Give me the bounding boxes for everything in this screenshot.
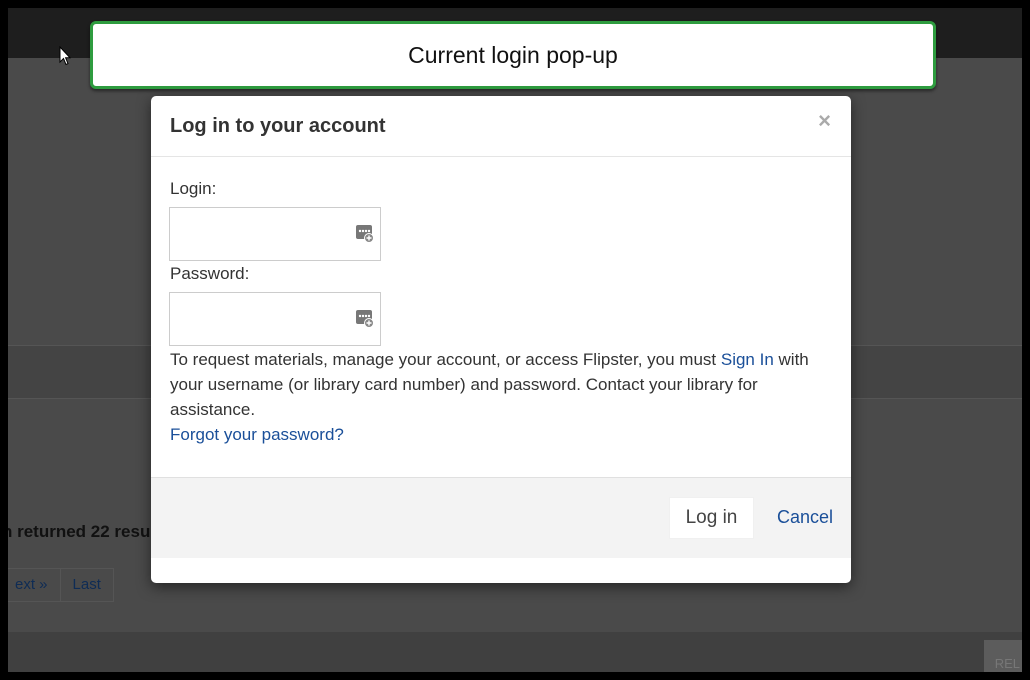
password-input[interactable]	[170, 293, 356, 343]
help-text: To request materials, manage your accoun…	[170, 347, 830, 447]
mouse-cursor-icon	[59, 46, 71, 66]
password-manager-icon[interactable]	[355, 223, 375, 243]
annotation-callout: Current login pop-up	[90, 21, 936, 89]
modal-footer: Log in Cancel	[151, 477, 851, 558]
login-modal: Log in to your account × Login: Password…	[151, 96, 851, 583]
pagination: ext » Last	[8, 568, 114, 602]
login-field-wrapper	[169, 207, 381, 261]
password-field-wrapper	[169, 292, 381, 346]
login-input[interactable]	[170, 208, 356, 258]
pager-next-link[interactable]: ext »	[8, 568, 61, 602]
help-text-part-1: To request materials, manage your accoun…	[170, 350, 721, 369]
modal-header: Log in to your account ×	[151, 96, 851, 157]
results-count-text: h returned 22 resu	[8, 522, 151, 541]
close-button[interactable]: ×	[818, 110, 831, 132]
bottom-bar	[8, 632, 1022, 672]
forgot-password-link[interactable]: Forgot your password?	[170, 425, 344, 444]
callout-text: Current login pop-up	[408, 41, 618, 68]
password-label: Password:	[170, 264, 250, 283]
sign-in-link[interactable]: Sign In	[721, 350, 774, 369]
modal-title: Log in to your account	[170, 115, 386, 137]
pager-last-link[interactable]: Last	[60, 568, 114, 602]
login-button[interactable]: Log in	[669, 497, 754, 539]
cancel-link[interactable]: Cancel	[777, 507, 833, 528]
corner-tab[interactable]: REL	[984, 640, 1022, 672]
password-manager-icon[interactable]	[355, 308, 375, 328]
login-label: Login:	[170, 179, 217, 198]
